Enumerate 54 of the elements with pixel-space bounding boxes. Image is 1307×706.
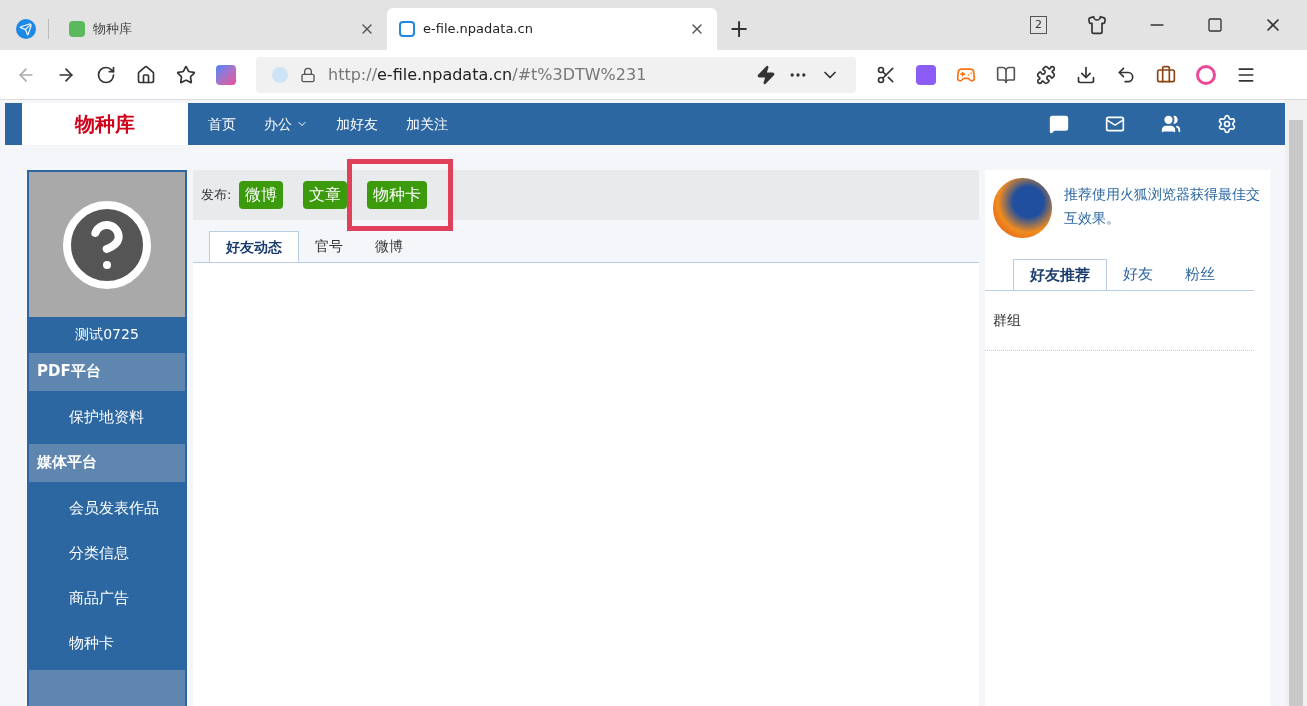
url-text: http://e-file.npadata.cn/#t%3DTW%231 — [328, 63, 647, 86]
ai-icon[interactable] — [216, 64, 236, 85]
maximize-icon[interactable] — [1207, 17, 1223, 33]
publish-button[interactable]: 物种卡 — [367, 181, 428, 209]
publish-label: 发布: — [201, 186, 232, 205]
book-icon[interactable] — [996, 64, 1016, 85]
browser-tab[interactable]: e-file.npadata.cn — [387, 8, 717, 50]
sidebar-item[interactable]: 分类信息 — [29, 530, 185, 576]
sidebar-section-header[interactable]: 媒体平台 — [29, 443, 185, 482]
friends-tab[interactable]: 好友推荐 — [1013, 259, 1107, 290]
home-icon[interactable] — [136, 64, 156, 85]
browser-tab[interactable]: 物种库 — [57, 8, 387, 50]
shirt-icon[interactable] — [1087, 15, 1107, 35]
sidebar-item[interactable]: 商品广告 — [29, 575, 185, 621]
tab-count-badge[interactable]: 2 — [1030, 15, 1047, 35]
sidebar-item[interactable]: 物种卡 — [29, 620, 185, 666]
nav-link[interactable]: 办公 — [264, 113, 292, 135]
friends-tab[interactable]: 好友 — [1107, 259, 1169, 290]
insecure-lock-icon[interactable] — [300, 66, 316, 83]
nav-link[interactable]: 首页 — [208, 113, 236, 135]
mail-icon[interactable] — [1105, 114, 1125, 134]
chat-icon[interactable] — [1049, 114, 1069, 134]
undo-icon[interactable] — [1116, 64, 1136, 85]
file-icon — [399, 21, 415, 37]
publish-button[interactable]: 文章 — [303, 181, 348, 209]
sidebar-section-header[interactable]: PDF平台 — [29, 352, 185, 391]
scissors-icon[interactable] — [876, 64, 896, 85]
briefcase-icon[interactable] — [1156, 64, 1176, 85]
download-icon[interactable] — [1076, 64, 1096, 85]
nav-link[interactable]: 加好友 — [336, 113, 378, 135]
site-logo[interactable]: 物种库 — [22, 103, 188, 145]
extensions-icon[interactable] — [1036, 64, 1056, 85]
reload-icon[interactable] — [96, 64, 116, 85]
bookmarks-icon[interactable] — [176, 64, 196, 85]
feed-tab[interactable]: 好友动态 — [209, 231, 299, 262]
translate-icon[interactable] — [916, 64, 936, 85]
nav-link[interactable]: 加关注 — [406, 113, 448, 135]
group-label: 群组 — [993, 311, 1021, 330]
publish-button[interactable]: 微博 — [239, 181, 284, 209]
settings-icon[interactable] — [1217, 114, 1237, 134]
lightning-icon[interactable] — [756, 64, 776, 85]
scrollbar[interactable] — [1285, 100, 1307, 706]
site-icon — [272, 66, 288, 83]
navigation-icon[interactable] — [16, 19, 36, 39]
browser-recommendation-text: 推荐使用火狐浏览器获得最佳交互效果。 — [1064, 185, 1262, 228]
new-tab-button[interactable]: + — [729, 11, 750, 47]
sidebar-item[interactable]: 会员发表作品 — [29, 485, 185, 531]
feed-tab[interactable]: 微博 — [359, 231, 419, 262]
users-icon[interactable] — [1161, 114, 1181, 134]
user-name: 测试0725 — [74, 325, 140, 345]
feed-tab[interactable]: 官号 — [299, 231, 359, 262]
sidebar-item[interactable]: 保护地资料 — [29, 394, 185, 440]
address-bar[interactable]: http://e-file.npadata.cn/#t%3DTW%231 — [256, 56, 856, 93]
friends-tab[interactable]: 粉丝 — [1169, 259, 1231, 290]
